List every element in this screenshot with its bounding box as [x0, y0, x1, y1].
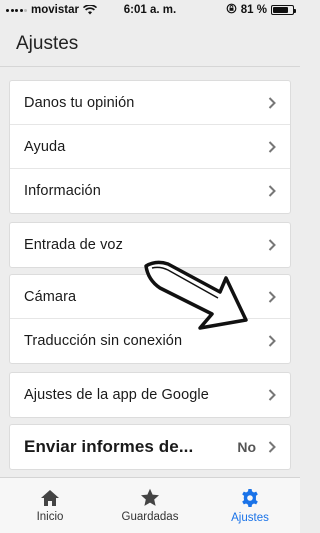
nav-label: Ajustes: [231, 511, 269, 524]
chevron-right-icon: [268, 140, 276, 153]
chevron-right-icon: [268, 96, 276, 109]
settings-group-reports: Enviar informes de... No: [9, 424, 291, 470]
chevron-right-icon: [268, 335, 276, 347]
settings-group-google-app: Ajustes de la app de Google: [9, 372, 291, 418]
setting-label: Ajustes de la app de Google: [24, 387, 209, 403]
setting-label: Cámara: [24, 288, 77, 305]
chevron-right-icon: [268, 185, 276, 197]
home-icon: [41, 489, 59, 506]
battery-icon: [271, 5, 296, 15]
setting-label: Información: [24, 183, 101, 199]
bottom-nav: Inicio Guardadas Ajustes: [0, 477, 300, 533]
setting-value: No: [237, 439, 256, 455]
setting-google-app[interactable]: Ajustes de la app de Google: [10, 373, 290, 417]
page-title: Ajustes: [16, 33, 79, 54]
chevron-right-icon: [268, 290, 276, 303]
chevron-right-icon: [268, 389, 276, 401]
nav-item-inicio[interactable]: Inicio: [0, 478, 100, 533]
wifi-icon: [82, 5, 97, 15]
header-divider: [0, 66, 300, 67]
setting-value-group: No: [237, 439, 276, 455]
setting-label: Ayuda: [24, 138, 66, 155]
carrier-name: movistar: [31, 4, 79, 16]
signal-icon: [6, 8, 27, 12]
chevron-right-icon: [268, 441, 276, 453]
gear-icon: [242, 488, 258, 507]
status-left: movistar: [6, 4, 226, 16]
star-icon: [141, 488, 159, 506]
status-right: 81 %: [226, 3, 296, 17]
setting-information[interactable]: Información: [10, 169, 290, 213]
nav-label: Guardadas: [121, 511, 179, 523]
annotation-arrow-icon: [142, 258, 252, 341]
setting-label: Entrada de voz: [24, 237, 123, 253]
setting-feedback[interactable]: Danos tu opinión: [10, 81, 290, 125]
setting-help[interactable]: Ayuda: [10, 125, 290, 169]
status-bar: movistar 6:01 a. m. 81 %: [0, 0, 300, 20]
battery-percent: 81 %: [240, 4, 267, 16]
nav-label: Inicio: [36, 510, 64, 523]
nav-item-guardadas[interactable]: Guardadas: [100, 478, 200, 533]
rotation-lock-icon: [226, 3, 237, 17]
chevron-right-icon: [268, 239, 276, 251]
nav-item-ajustes[interactable]: Ajustes: [200, 478, 300, 533]
setting-send-reports[interactable]: Enviar informes de... No: [10, 425, 290, 469]
setting-label: Enviar informes de...: [24, 437, 194, 456]
settings-group-general: Danos tu opinión Ayuda Información: [9, 80, 291, 214]
setting-label: Danos tu opinión: [24, 94, 135, 111]
